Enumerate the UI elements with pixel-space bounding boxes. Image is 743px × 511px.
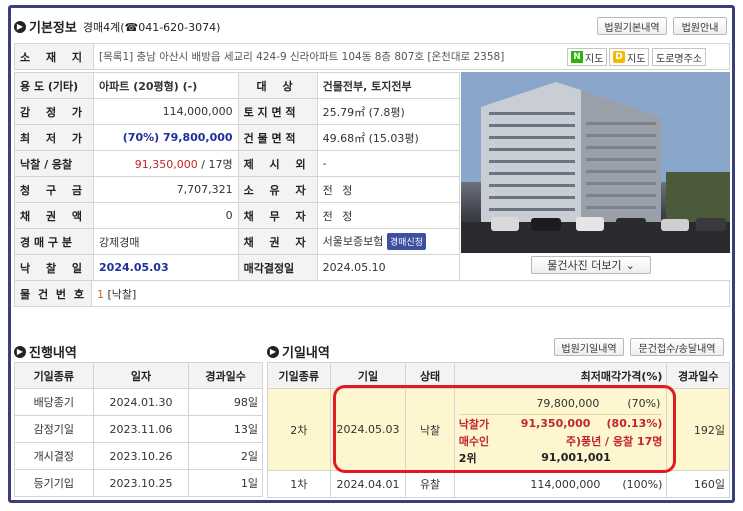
auction-request-badge[interactable]: 경매신청 <box>386 233 426 251</box>
table-row: 청 구 금 7,707,321 소 유 자 전 정 <box>13 176 461 203</box>
table-row: 최 저 가 (70%) 79,800,000 건 물 면 적 49.68㎡ (1… <box>13 124 461 151</box>
naver-logo-icon: N <box>571 51 583 63</box>
court-dept: 경매4계(☎041-620-3074) <box>82 20 221 34</box>
building-area-label: 건 물 면 적 <box>237 124 318 151</box>
doc-receipt-button[interactable]: 문건접수/송달내역 <box>630 338 724 356</box>
debtor-value: 전 정 <box>316 202 461 229</box>
claim-value: 7,707,321 <box>93 176 239 203</box>
table-row: 감정기일 2023.11.06 13일 <box>14 415 263 443</box>
usage-value: 아파트 (20평형) (-) <box>93 72 239 99</box>
table-row-round2: 2차 2024.05.03 낙찰 79,800,000 (70%) 낙찰가 91… <box>267 388 730 471</box>
schedule-title: ▶ 기일내역 <box>267 342 330 361</box>
bid-date-value: 2024.05.03 <box>93 254 239 281</box>
col-header: 경과일수 <box>188 362 263 389</box>
table-row: 감 정 가 114,000,000 토 지 면 적 25.79㎡ (7.8평) <box>13 98 461 125</box>
table-row-round1: 1차 2024.04.01 유찰 114,000,000 (100%) 160일 <box>267 470 730 498</box>
min-price-value: (70%) 79,800,000 <box>93 124 239 151</box>
table-header-row: 기일종류 기일 상태 최저매각가격(%) 경과일수 <box>267 362 730 389</box>
debtor-label: 채 무 자 <box>237 202 318 229</box>
table-row: 채 권 액 0 채 무 자 전 정 <box>13 202 461 229</box>
round2-second: 2위 91,001,001 <box>458 451 611 465</box>
winning-bid-label: 낙찰 / 응찰 <box>13 150 95 177</box>
winning-bid-value: 91,350,000 / 17명 <box>93 150 239 177</box>
excluded-label: 제 시 외 <box>237 150 318 177</box>
daum-map-button[interactable]: D 지도 <box>609 48 650 66</box>
table-row: 낙 찰 일 2024.05.03 매각결정일 2024.05.10 <box>13 254 461 281</box>
col-header: 상태 <box>405 362 455 389</box>
item-number-table: 물 건 번 호 1 [낙찰] <box>14 280 731 307</box>
round1-min-price: 114,000,000 (100%) <box>530 477 663 491</box>
col-header: 최저매각가격(%) <box>453 362 668 389</box>
naver-map-button[interactable]: N 지도 <box>567 48 608 66</box>
target-value: 건물전부, 토지전부 <box>316 72 461 99</box>
auction-info-panel: ▶ 기본정보 경매4계(☎041-620-3074) 법원기본내역 법원안내 소… <box>8 5 735 503</box>
sale-decision-label: 매각결정일 <box>237 254 318 281</box>
bond-amount-label: 채 권 액 <box>13 202 95 229</box>
basic-info-title: ▶ 기본정보 경매4계(☎041-620-3074) <box>14 17 220 36</box>
round2-bid: 낙찰가 91,350,000 (80.13%) <box>458 417 663 431</box>
court-basic-button[interactable]: 법원기본내역 <box>597 17 667 35</box>
schedule-table: 기일종류 기일 상태 최저매각가격(%) 경과일수 2차 2024.05.03 … <box>267 362 730 498</box>
table-row: 개시결정 2023.10.26 2일 <box>14 442 263 470</box>
chevron-down-icon: ⌄ <box>625 258 635 272</box>
creditor-value: 서울보증보험 경매신청 <box>316 228 461 255</box>
building-area-value: 49.68㎡ (15.03평) <box>316 124 461 151</box>
table-row: 경 매 구 분 강제경매 채 권 자 서울보증보험 경매신청 <box>13 228 461 255</box>
owner-value: 전 정 <box>316 176 461 203</box>
bond-amount-value: 0 <box>93 202 239 229</box>
min-price-label: 최 저 가 <box>13 124 95 151</box>
owner-label: 소 유 자 <box>237 176 318 203</box>
chevron-right-icon: ▶ <box>14 345 26 358</box>
item-no-value: 1 [낙찰] <box>90 280 731 307</box>
table-row: 낙찰 / 응찰 91,350,000 / 17명 제 시 외 - <box>13 150 461 177</box>
appraisal-label: 감 정 가 <box>13 98 95 125</box>
appraisal-value: 114,000,000 <box>93 98 239 125</box>
land-area-value: 25.79㎡ (7.8평) <box>316 98 461 125</box>
item-no-label: 물 건 번 호 <box>14 280 92 307</box>
sale-decision-value: 2024.05.10 <box>316 254 461 281</box>
apartment-building-image <box>461 72 730 253</box>
round2-buyer: 매수인 주)풍년 / 응찰 17명 <box>458 434 663 448</box>
photo-more-button[interactable]: 물건사진 더보기 ⌄ <box>531 256 651 274</box>
col-header: 경과일수 <box>666 362 730 389</box>
road-address-button[interactable]: 도로명주소 <box>652 48 706 66</box>
court-guide-button[interactable]: 법원안내 <box>673 17 727 35</box>
target-label: 대 상 <box>237 72 318 99</box>
basic-info-table: 용 도 (기타) 아파트 (20평형) (-) 대 상 건물전부, 토지전부 감… <box>13 72 461 281</box>
excluded-value: - <box>316 150 461 177</box>
table-row: 등기기입 2023.10.25 1일 <box>14 469 263 497</box>
address-label: 소 재 지 <box>13 43 95 70</box>
progress-table: 기일종류 일자 경과일수 배당종기 2024.01.30 98일 감정기일 20… <box>14 362 263 497</box>
chevron-right-icon: ▶ <box>14 20 26 33</box>
col-header: 기일종류 <box>14 362 94 389</box>
auction-type-value: 강제경매 <box>93 228 239 255</box>
land-area-label: 토 지 면 적 <box>237 98 318 125</box>
col-header: 기일종류 <box>267 362 331 389</box>
col-header: 기일 <box>329 362 407 389</box>
auction-type-label: 경 매 구 분 <box>13 228 95 255</box>
table-row: 배당종기 2024.01.30 98일 <box>14 388 263 416</box>
creditor-label: 채 권 자 <box>237 228 318 255</box>
chevron-right-icon: ▶ <box>267 345 279 358</box>
court-schedule-button[interactable]: 법원기일내역 <box>554 338 624 356</box>
claim-label: 청 구 금 <box>13 176 95 203</box>
table-row: 물 건 번 호 1 [낙찰] <box>14 280 731 307</box>
table-header-row: 기일종류 일자 경과일수 <box>14 362 263 389</box>
usage-label: 용 도 (기타) <box>13 72 95 99</box>
table-row: 용 도 (기타) 아파트 (20평형) (-) 대 상 건물전부, 토지전부 <box>13 72 461 99</box>
progress-title: ▶ 진행내역 <box>14 342 77 361</box>
round2-price-cell: 79,800,000 (70%) 낙찰가 91,350,000 (80.13%)… <box>453 388 668 471</box>
round2-min-price: 79,800,000 (70%) <box>458 393 663 415</box>
bid-date-label: 낙 찰 일 <box>13 254 95 281</box>
property-photo[interactable] <box>461 72 730 253</box>
col-header: 일자 <box>92 362 190 389</box>
daum-logo-icon: D <box>613 51 625 63</box>
